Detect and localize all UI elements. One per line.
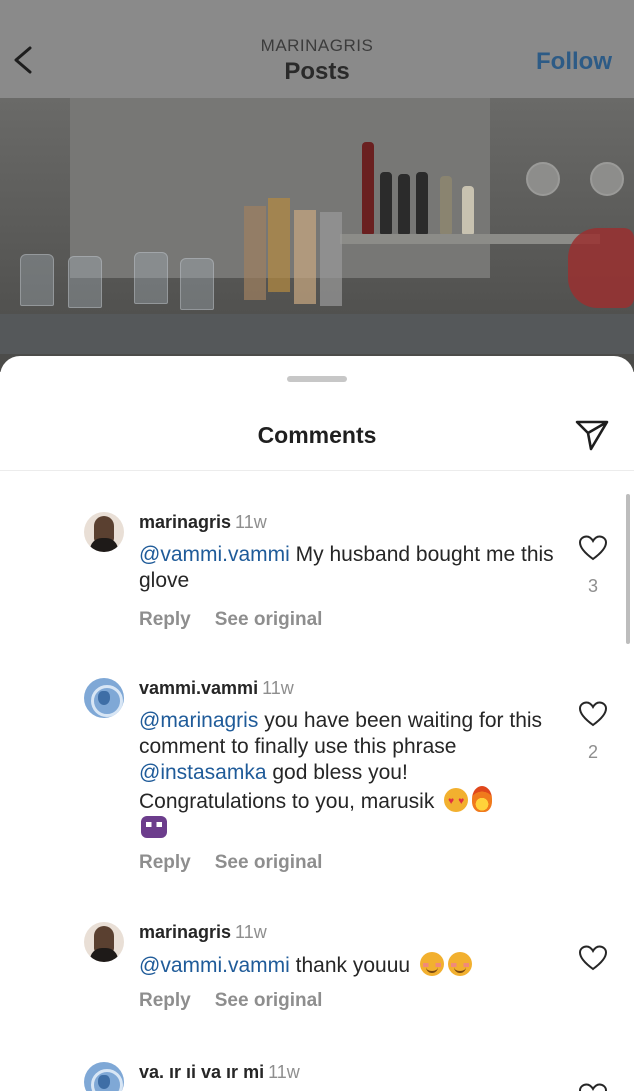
scrollbar[interactable] (626, 494, 630, 644)
reply-button[interactable]: Reply (139, 990, 191, 1011)
comment-username[interactable]: marinagris (139, 512, 231, 532)
comment-mention[interactable]: @vammi.vammi (139, 543, 290, 566)
comment-mention[interactable]: @instasamka (139, 761, 267, 784)
comment-header: va. ır ıi va ır mi 11w (139, 1062, 300, 1083)
comment-actions: Reply See original (139, 852, 322, 874)
post-photo (0, 98, 634, 372)
top-navigation-bar: MARINAGRIS Posts Follow (0, 0, 634, 98)
heart-icon[interactable] (578, 534, 608, 562)
comment-actions: Reply See original (139, 990, 322, 1012)
comment-body: thank youuu (295, 954, 411, 977)
comment-time: 11w (235, 922, 267, 942)
comment-text: @vammi.vammi My husband bought me this g… (139, 542, 559, 594)
smiling-face-with-heart-eyes-icon (444, 788, 469, 815)
paper-plane-icon[interactable] (574, 416, 610, 452)
reply-button[interactable]: Reply (139, 852, 191, 873)
comment-time: 11w (262, 678, 294, 698)
fire-icon (472, 786, 493, 812)
comment-time: 11w (235, 512, 267, 532)
comment-text: @vammi.vammi thank youuu (139, 952, 559, 979)
divider (0, 470, 634, 471)
comment-time: 11w (268, 1062, 300, 1082)
avatar[interactable] (84, 922, 124, 962)
comment-mention[interactable]: @vammi.vammi (139, 954, 290, 977)
like-count: 3 (587, 576, 598, 596)
alien-monster-icon (141, 816, 167, 838)
avatar[interactable] (84, 1062, 124, 1091)
see-original-button[interactable]: See original (215, 852, 323, 873)
post-backdrop: MARINAGRIS Posts Follow (0, 0, 634, 372)
sheet-title: Comments (257, 422, 377, 448)
follow-button[interactable]: Follow (536, 48, 612, 76)
heart-icon[interactable] (578, 700, 608, 728)
comment-actions: Reply See original (139, 609, 322, 631)
like-count: 2 (587, 742, 598, 762)
comment-header: vammi.vammi 11w (139, 678, 294, 699)
comments-sheet: Comments marinagris 11w @vammi.vammi My h… (0, 356, 634, 1091)
comment-header: marinagris 11w (139, 922, 267, 943)
heart-icon[interactable] (578, 1082, 608, 1091)
comment-text: @marinagris you have been waiting for th… (139, 708, 559, 841)
comment-username[interactable]: vammi.vammi (139, 678, 258, 698)
smiling-face-icon (419, 952, 444, 976)
comment-username[interactable]: marinagris (139, 922, 231, 942)
comment-header: marinagris 11w (139, 512, 267, 533)
reply-button[interactable]: Reply (139, 609, 191, 630)
avatar[interactable] (84, 678, 124, 718)
smiling-face-icon (447, 952, 472, 976)
heart-icon[interactable] (578, 944, 608, 972)
see-original-button[interactable]: See original (215, 609, 323, 630)
comment-username[interactable]: va. ır ıi va ır mi (139, 1062, 264, 1082)
sheet-drag-handle[interactable] (287, 376, 347, 382)
see-original-button[interactable]: See original (215, 990, 323, 1011)
comment-mention[interactable]: @marinagris (139, 709, 258, 732)
avatar[interactable] (84, 512, 124, 552)
